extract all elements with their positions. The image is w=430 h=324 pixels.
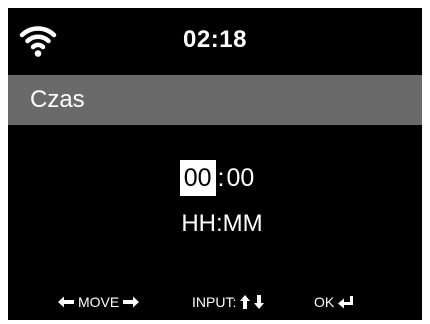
arrow-up-icon [240, 295, 251, 309]
ok-label: OK [314, 294, 335, 310]
device-screen: 02:18 Czas 00:00 HH:MM MOVE INPUT: OK [8, 8, 422, 320]
move-hint: MOVE [58, 294, 140, 310]
input-hint: INPUT: [192, 294, 265, 310]
clock: 02:18 [183, 26, 247, 53]
arrow-left-icon [58, 296, 74, 308]
move-label: MOVE [78, 294, 120, 310]
time-format-label: HH:MM [181, 210, 263, 237]
status-bar: 02:18 [8, 8, 422, 72]
enter-icon [338, 295, 354, 308]
page-title: Czas [30, 86, 85, 113]
ok-hint: OK [314, 294, 354, 310]
minutes-field[interactable]: 00 [226, 164, 254, 192]
time-editor[interactable]: 00:00 [8, 160, 422, 200]
arrow-right-icon [123, 296, 140, 308]
footer-hints: MOVE INPUT: OK [8, 294, 422, 314]
input-label: INPUT: [192, 294, 237, 310]
time-separator: : [217, 164, 225, 192]
arrow-down-icon [254, 295, 265, 309]
hours-field[interactable]: 00 [179, 160, 216, 196]
title-bar: Czas [8, 75, 422, 125]
